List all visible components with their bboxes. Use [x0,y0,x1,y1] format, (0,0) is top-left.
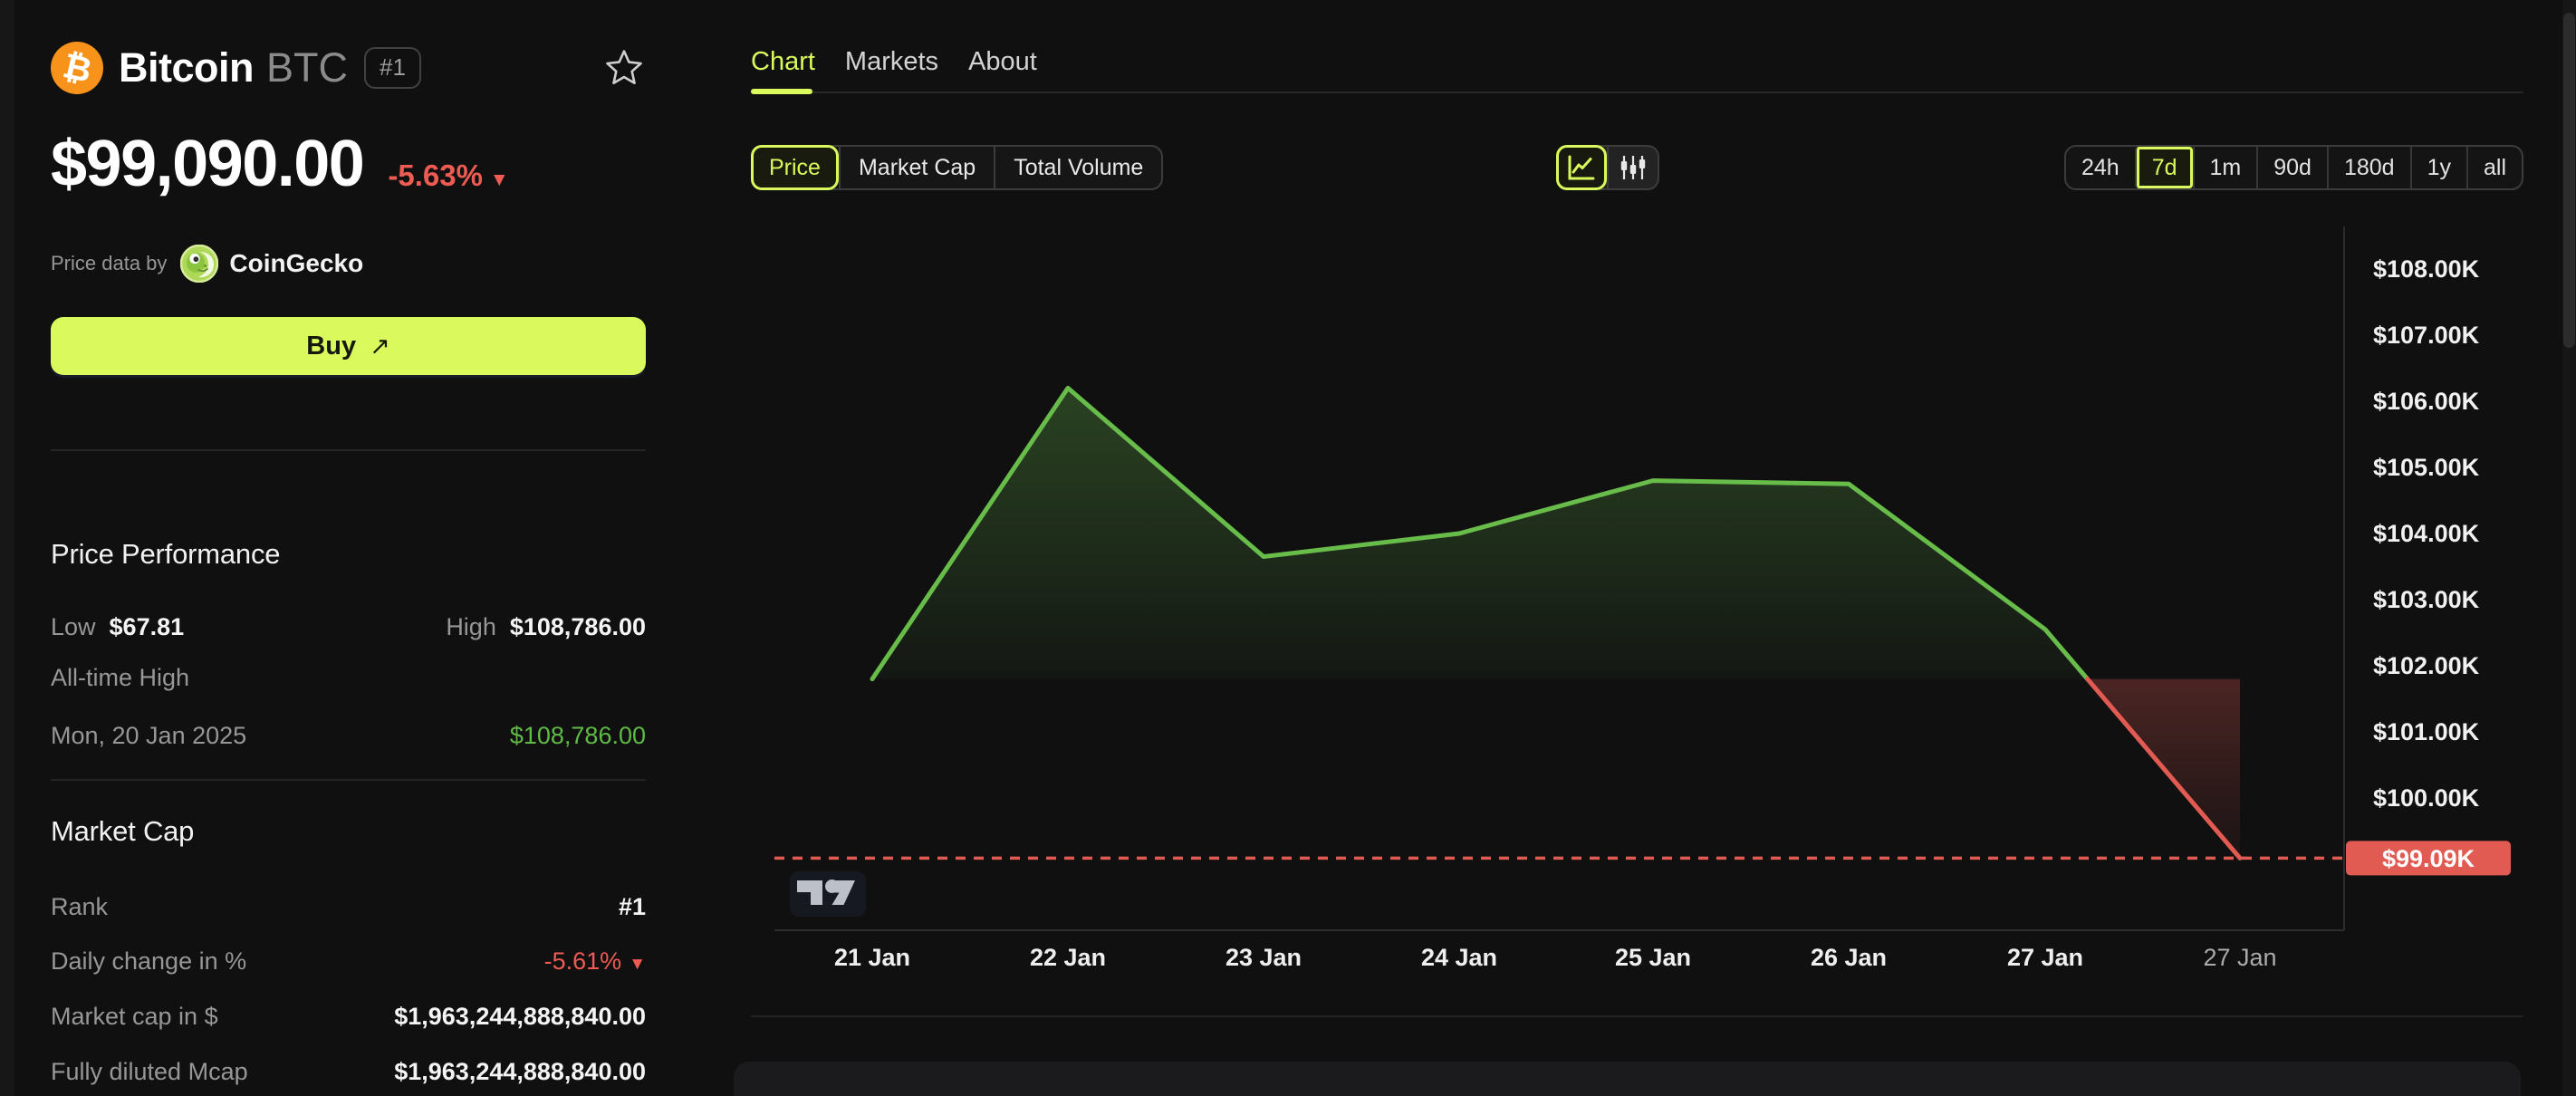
high-value: $108,786.00 [509,612,646,640]
range-switch: 24h 7d 1m 90d 180d 1y all [2063,145,2523,190]
buy-button[interactable]: Buy ↗ [51,317,646,375]
candlestick-icon[interactable] [1607,147,1658,188]
range-option-90d[interactable]: 90d [2256,147,2327,188]
buy-button-label: Buy [306,331,357,361]
line-chart-icon[interactable] [1556,145,1607,190]
range-option-24h[interactable]: 24h [2066,147,2135,188]
tab-markets[interactable]: Markets [845,47,938,77]
divider [51,779,646,781]
ath-date: Mon, 20 Jan 2025 [51,721,247,749]
tab-chart[interactable]: Chart [751,47,815,77]
coin-symbol: BTC [266,44,348,91]
ath-value-row: Mon, 20 Jan 2025 $108,786.00 [51,719,646,752]
low-value: $67.81 [109,612,185,640]
coin-title-row: ₿ Bitcoin BTC #1 [51,40,646,96]
range-option-180d[interactable]: 180d [2326,147,2410,188]
external-arrow-icon: ↗ [370,332,390,361]
down-triangle-icon: ▼ [489,169,509,190]
range-option-1m[interactable]: 1m [2192,147,2257,188]
market-cap-title: Market Cap [51,815,195,847]
section-divider [751,1015,2523,1017]
market-cap-row-daily-change: Daily change in % -5.61% ▼ [51,947,646,975]
active-tab-underline [751,89,812,94]
favorite-star-icon[interactable] [604,47,644,87]
range-option-all[interactable]: all [2465,147,2522,188]
ath-label-row: All-time High [51,661,646,694]
chart-panel: Chart Markets About Price Market Cap Tot… [734,0,2523,1096]
panel-tabs: Chart Markets About [751,47,1037,77]
range-option-7d[interactable]: 7d [2134,147,2193,188]
bitcoin-token-page: ₿ Bitcoin BTC #1 $99,090.00 -5.63% ▼ Pri… [0,0,2576,1096]
low-high-row: Low $67.81 High $108,786.00 [51,610,646,643]
down-triangle-icon: ▼ [629,954,646,974]
price-performance-title: Price Performance [51,538,281,570]
market-cap-row-mcap: Market cap in $ $1,963,244,888,840.00 [51,1002,646,1030]
attribution-source: CoinGecko [229,249,364,277]
price-data-attribution: Price data by CoinGecko [51,243,363,284]
current-price: $99,090.00 [51,128,365,200]
tabs-divider [751,91,2523,93]
tab-about[interactable]: About [968,47,1037,77]
chart-type-switch [1556,145,1659,190]
ath-label: All-time High [51,663,190,691]
range-option-1y[interactable]: 1y [2409,147,2466,188]
price-change-24h: -5.63% ▼ [388,159,509,192]
token-summary-panel: ₿ Bitcoin BTC #1 $99,090.00 -5.63% ▼ Pri… [51,0,646,1096]
metric-option-market-cap[interactable]: Market Cap [838,147,994,188]
bitcoin-logo-icon: ₿ [51,42,103,94]
coin-name: Bitcoin [119,44,255,91]
metric-switch: Price Market Cap Total Volume [751,145,1164,190]
markets-section-top [734,1062,2521,1096]
metric-option-total-volume[interactable]: Total Volume [994,147,1161,188]
ath-value: $108,786.00 [509,721,646,749]
rank-badge: #1 [364,47,421,89]
current-price-row: $99,090.00 -5.63% ▼ [51,130,509,199]
market-cap-row-rank: Rank #1 [51,892,646,920]
low-label: Low [51,612,96,640]
coingecko-logo-icon [180,245,219,283]
page-left-edge [0,0,14,1096]
divider [51,449,646,451]
scrollbar-thumb[interactable] [2563,13,2575,348]
metric-option-price[interactable]: Price [751,145,839,190]
attribution-prefix: Price data by [51,252,168,274]
market-cap-row-fdv: Fully diluted Mcap $1,963,244,888,840.00 [51,1057,646,1085]
high-label: High [446,612,496,640]
